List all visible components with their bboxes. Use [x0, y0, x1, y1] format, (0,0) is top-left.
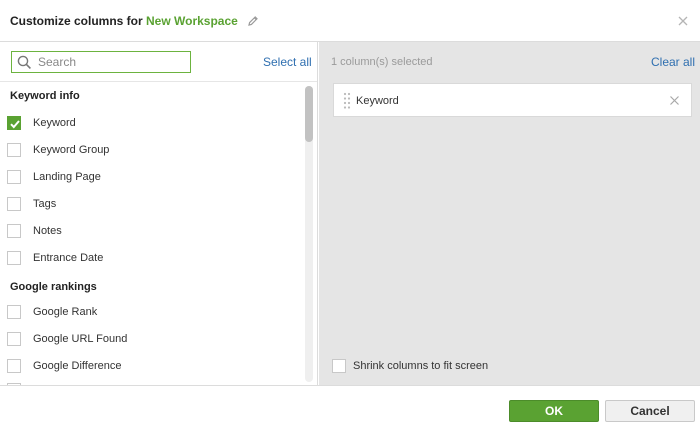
column-option-label: Google Difference	[33, 360, 122, 372]
ok-button[interactable]: OK	[509, 400, 599, 422]
close-icon[interactable]	[676, 14, 690, 28]
column-option-keyword[interactable]: Keyword	[0, 112, 300, 134]
checkbox-checked[interactable]	[7, 116, 21, 130]
workspace-name: New Workspace	[146, 14, 238, 28]
title-prefix: Customize columns for	[10, 14, 147, 28]
selected-column-label: Keyword	[356, 95, 399, 107]
checkbox[interactable]	[7, 251, 21, 265]
column-option-label: Google URL Found	[33, 333, 128, 345]
search-input[interactable]	[38, 54, 186, 70]
group-header-google-rankings: Google rankings	[10, 281, 97, 293]
selected-columns-panel: 1 column(s) selected Clear all Keyword S…	[319, 42, 700, 385]
column-list: Keyword info Keyword Keyword Group Landi…	[0, 82, 304, 385]
checkbox[interactable]	[7, 170, 21, 184]
shrink-label: Shrink columns to fit screen	[353, 360, 489, 372]
dialog-header: Customize columns for New Workspace	[0, 0, 700, 42]
clear-all-link[interactable]: Clear all	[651, 55, 695, 69]
column-option-label: Landing Page	[33, 171, 101, 183]
checkbox[interactable]	[7, 332, 21, 346]
dialog-footer: OK Cancel	[0, 385, 700, 440]
column-option-google-url-found[interactable]: Google URL Found	[0, 328, 300, 350]
search-box	[11, 51, 191, 73]
column-option-label: Keyword	[33, 117, 76, 129]
drag-handle-icon[interactable]	[343, 92, 351, 110]
cancel-button[interactable]: Cancel	[605, 400, 695, 422]
column-option-label: Tags	[33, 198, 57, 210]
checkbox[interactable]	[7, 143, 21, 157]
remove-icon[interactable]	[669, 95, 680, 106]
column-option-label: Notes	[33, 225, 62, 237]
dialog-title: Customize columns for New Workspace	[10, 14, 259, 28]
available-columns-panel: Select all Keyword info Keyword Keyword …	[0, 42, 318, 385]
column-option-label: Google Rank	[33, 306, 98, 318]
shrink-checkbox[interactable]	[332, 359, 346, 373]
selected-column-keyword[interactable]: Keyword	[333, 83, 692, 117]
scrollbar-thumb[interactable]	[305, 86, 313, 142]
checkbox[interactable]	[7, 359, 21, 373]
column-option-entrance-date[interactable]: Entrance Date	[0, 247, 300, 269]
checkmark-icon	[10, 120, 20, 129]
selected-count: 1 column(s) selected	[331, 56, 433, 68]
column-option-google-difference[interactable]: Google Difference	[0, 355, 300, 377]
group-header-keyword-info: Keyword info	[10, 90, 80, 102]
column-option-google-rank[interactable]: Google Rank	[0, 301, 300, 323]
checkbox[interactable]	[7, 197, 21, 211]
column-option-label: Entrance Date	[33, 252, 104, 264]
customize-columns-dialog: Customize columns for New Workspace Sele…	[0, 0, 700, 440]
column-option-notes[interactable]: Notes	[0, 220, 300, 242]
search-icon	[17, 55, 31, 69]
column-option-label: Keyword Group	[33, 144, 110, 156]
pencil-icon[interactable]	[247, 15, 259, 27]
column-option-tags[interactable]: Tags	[0, 193, 300, 215]
checkbox[interactable]	[7, 305, 21, 319]
select-all-link[interactable]: Select all	[263, 55, 312, 69]
checkbox[interactable]	[7, 224, 21, 238]
column-option-keyword-group[interactable]: Keyword Group	[0, 139, 300, 161]
column-option-landing-page[interactable]: Landing Page	[0, 166, 300, 188]
